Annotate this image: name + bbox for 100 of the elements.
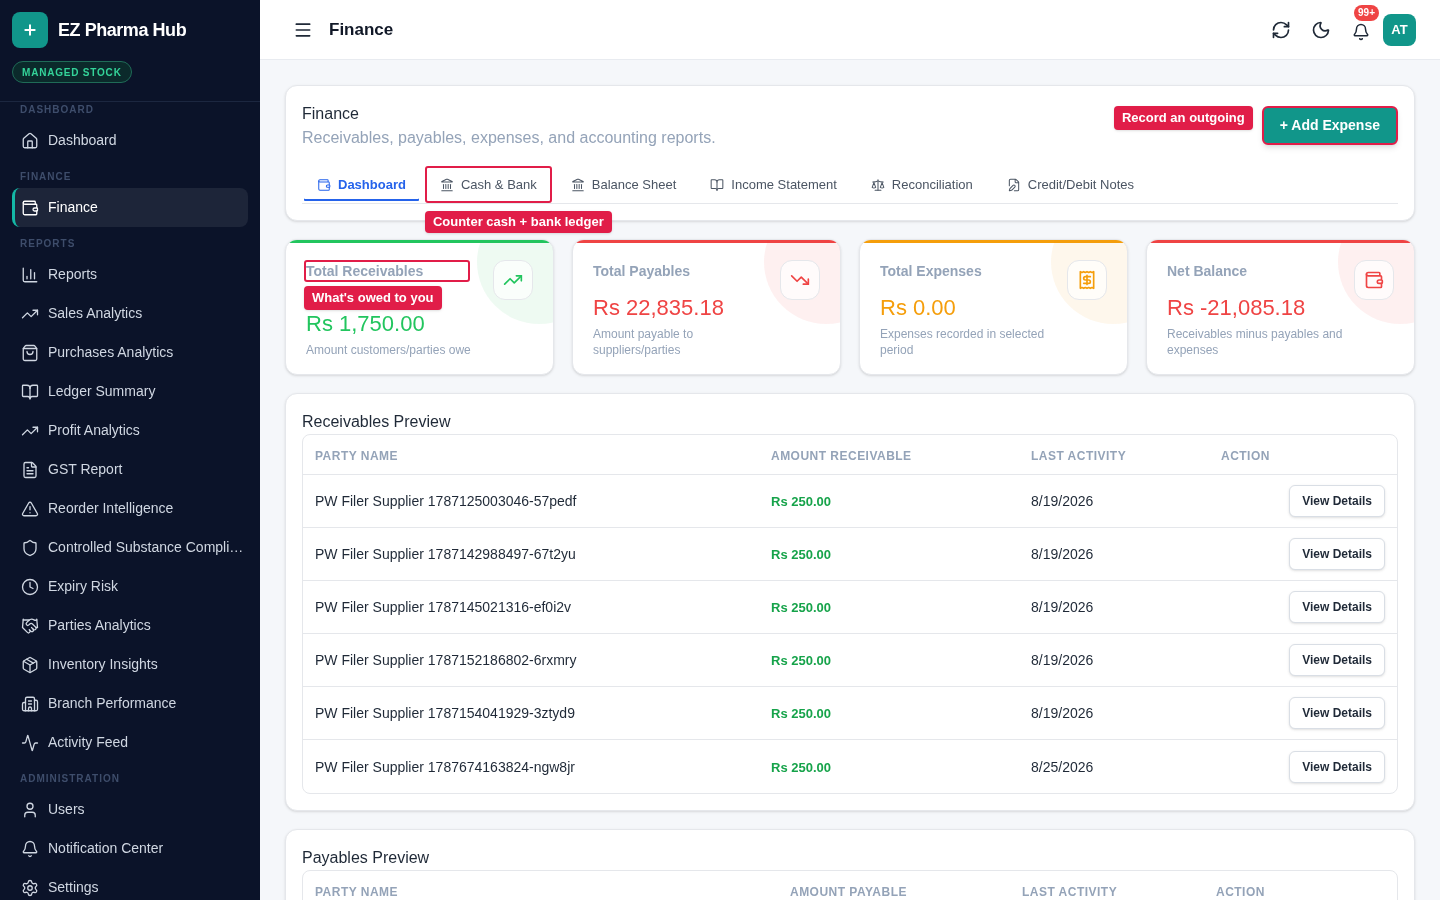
stat-description: Expenses recorded in selected period <box>880 326 1046 358</box>
last-activity-date: 8/19/2026 <box>1031 546 1094 562</box>
amount: Rs 250.00 <box>771 759 831 775</box>
stat-value: Rs -21,085.18 <box>1167 294 1307 322</box>
sidebar-item[interactable]: Ledger Summary <box>12 372 248 411</box>
column-header: ACTION <box>1216 884 1265 899</box>
sidebar-item[interactable]: Profit Analytics <box>12 411 248 450</box>
party-name: PW Filer Supplier 1787142988497-67t2yu <box>315 546 576 562</box>
wallet-icon <box>1354 260 1394 300</box>
amount: Rs 250.00 <box>771 706 831 721</box>
building-icon <box>21 694 39 713</box>
column-header: AMOUNT RECEIVABLE <box>771 448 912 463</box>
stat-description: Receivables minus payables and expenses <box>1167 326 1344 358</box>
page-heading: Finance <box>329 18 394 41</box>
section-label: FINANCE <box>19 171 73 183</box>
stat-title: Total Receivables <box>304 260 470 282</box>
party-name: PW Filer Supplier 1787145021316-ef0i2v <box>315 599 572 615</box>
bell-icon[interactable] <box>1352 22 1370 41</box>
file-pen-icon <box>1006 177 1021 192</box>
column-header: ACTION <box>1221 448 1270 463</box>
notification-count: 99+ <box>1354 4 1379 21</box>
pulse-icon <box>21 733 39 752</box>
column-header: PARTY NAME <box>315 884 399 899</box>
stat-description: Amount customers/parties owe <box>306 342 472 358</box>
sidebar-item[interactable]: Users <box>12 790 248 829</box>
open-book-icon <box>710 177 725 192</box>
last-activity-date: 8/19/2026 <box>1031 652 1094 668</box>
sidebar-item[interactable]: Dashboard <box>12 121 248 160</box>
card-subtitle: Receivables, payables, expenses, and accounting reports. <box>302 128 716 148</box>
view-details-button[interactable]: View Details <box>1289 538 1385 570</box>
section-title: Receivables Preview <box>302 412 452 432</box>
tab[interactable]: Reconciliation <box>855 166 988 203</box>
document-icon <box>21 460 39 479</box>
sidebar-item[interactable]: Purchases Analytics <box>12 333 248 372</box>
sidebar-item[interactable]: Expiry Risk <box>12 567 248 606</box>
sidebar-item[interactable]: Controlled Substance Compli… <box>12 528 248 567</box>
package-icon <box>21 655 39 674</box>
bell-icon <box>21 839 39 858</box>
sidebar-item[interactable]: Inventory Insights <box>12 645 248 684</box>
view-details-button[interactable]: View Details <box>1289 750 1385 783</box>
sidebar-item[interactable]: Finance <box>12 188 248 227</box>
column-header: LAST ACTIVITY <box>1031 448 1127 463</box>
amount: Rs 250.00 <box>771 494 831 509</box>
last-activity-date: 8/19/2026 <box>1031 705 1094 721</box>
user-avatar[interactable]: AT <box>1383 13 1416 46</box>
tab[interactable]: Dashboard <box>302 166 421 203</box>
handshake-icon <box>21 616 39 635</box>
bank-icon <box>570 177 585 192</box>
logo-icon <box>12 12 48 48</box>
column-header: LAST ACTIVITY <box>1022 884 1118 899</box>
view-details-button[interactable]: View Details <box>1289 697 1385 729</box>
view-details-button[interactable]: View Details <box>1289 591 1385 623</box>
tab[interactable]: Balance Sheet <box>555 166 692 203</box>
view-details-button[interactable]: View Details <box>1289 485 1385 517</box>
tab[interactable]: Credit/Debit Notes <box>991 166 1149 203</box>
stat-description: Amount payable to suppliers/parties <box>593 326 695 358</box>
sidebar-item[interactable]: Reports <box>12 255 248 294</box>
last-activity-date: 8/19/2026 <box>1031 493 1094 509</box>
warning-icon <box>21 499 39 518</box>
sidebar-item[interactable]: GST Report <box>12 450 248 489</box>
moon-icon[interactable] <box>1311 19 1331 40</box>
section-label: ADMINISTRATION <box>19 773 121 785</box>
sidebar-item[interactable]: Parties Analytics <box>12 606 248 645</box>
tooltip: Counter cash + bank ledger <box>424 211 612 233</box>
tab[interactable]: Income Statement <box>695 166 852 203</box>
sidebar-item[interactable]: Activity Feed <box>12 723 248 762</box>
sidebar-item[interactable]: Reorder Intelligence <box>12 489 248 528</box>
amount: Rs 250.00 <box>771 653 831 668</box>
column-header: PARTY NAME <box>315 448 399 463</box>
tooltip: What's owed to you <box>304 286 442 310</box>
add-expense-button[interactable]: + Add Expense <box>1261 106 1398 145</box>
bank-icon <box>439 177 454 192</box>
party-name: PW Filer Supplier 1787154041929-3ztyd9 <box>315 705 575 721</box>
clock-icon <box>21 577 39 596</box>
open-book-icon <box>21 382 39 401</box>
wallet-icon <box>317 177 331 192</box>
stat-title: Total Payables <box>592 262 691 281</box>
stat-value: Rs 1,750.00 <box>306 310 426 338</box>
scales-icon <box>870 177 885 192</box>
trend-down-icon <box>780 260 820 300</box>
refresh-icon[interactable] <box>1271 19 1291 40</box>
sidebar-item[interactable]: Settings <box>12 868 248 900</box>
bar-chart-icon <box>21 265 39 284</box>
stock-mode-badge: MANAGED STOCK <box>12 61 132 83</box>
section-label: REPORTS <box>19 238 77 250</box>
amount: Rs 250.00 <box>771 600 831 615</box>
stat-value: Rs 0.00 <box>880 294 957 322</box>
settings-icon <box>21 878 39 897</box>
view-details-button[interactable]: View Details <box>1289 644 1385 676</box>
section-label: DASHBOARD <box>19 104 95 116</box>
tab[interactable]: Cash & Bank <box>424 166 552 203</box>
last-activity-date: 8/25/2026 <box>1031 758 1094 775</box>
sidebar-item[interactable]: Branch Performance <box>12 684 248 723</box>
stat-title: Total Expenses <box>879 262 983 281</box>
column-header: AMOUNT PAYABLE <box>790 884 907 899</box>
sidebar-item[interactable]: Sales Analytics <box>12 294 248 333</box>
sidebar-item[interactable]: Notification Center <box>12 829 248 868</box>
trend-up-icon <box>493 260 533 300</box>
user-icon <box>21 800 39 819</box>
shopping-bag-icon <box>21 343 39 362</box>
